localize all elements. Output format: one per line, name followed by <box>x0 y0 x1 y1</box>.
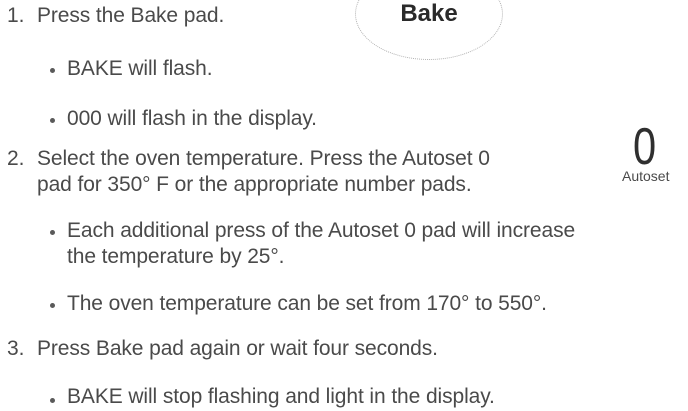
bake-pad-label: Bake <box>400 0 458 27</box>
step-text: Press the Bake pad. <box>37 4 225 27</box>
bullet-text: the temperature by 25°. <box>67 245 285 268</box>
step-number: 1. <box>7 4 25 27</box>
autoset-pad-label: Autoset <box>622 168 670 184</box>
bullet-dot <box>50 68 55 73</box>
bullet-text: BAKE will stop flashing and light in the… <box>67 385 495 408</box>
bullet-text: The oven temperature can be set from 170… <box>67 292 547 315</box>
bullet-dot <box>50 118 55 123</box>
step-text: Select the oven temperature. Press the A… <box>37 147 490 170</box>
step-text: pad for 350° F or the appropriate number… <box>37 173 472 196</box>
bullet-dot <box>50 303 55 308</box>
bullet-text: 000 will flash in the display. <box>67 107 317 130</box>
autoset-pad-digit: 0 <box>633 118 657 176</box>
step-text: Press Bake pad again or wait four second… <box>37 337 438 360</box>
bullet-dot <box>50 398 55 403</box>
bullet-dot <box>50 230 55 235</box>
bullet-text: BAKE will flash. <box>67 57 213 80</box>
step-number: 3. <box>7 337 25 360</box>
step-number: 2. <box>7 147 25 170</box>
bullet-text: Each additional press of the Autoset 0 p… <box>67 219 576 242</box>
